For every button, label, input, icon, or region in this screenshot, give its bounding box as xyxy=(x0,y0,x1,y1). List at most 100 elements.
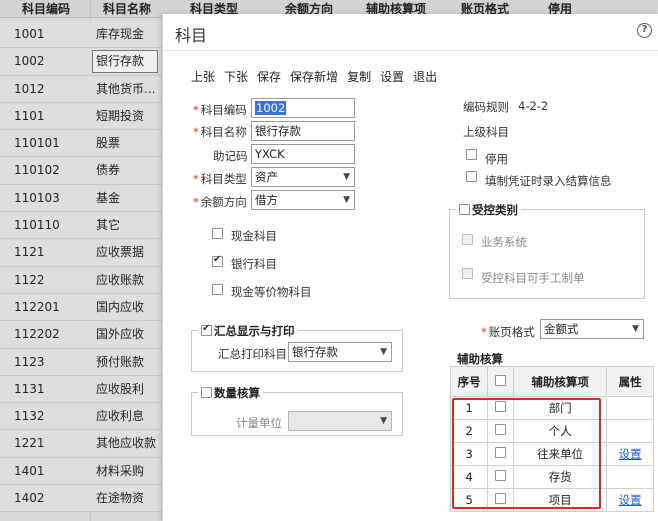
cash-equiv-checkbox[interactable] xyxy=(212,284,223,295)
table-row[interactable]: 1221 其他应收款 xyxy=(0,430,162,458)
table-row[interactable]: 1401 材料采购 xyxy=(0,457,162,486)
aux-item: 往来单位 xyxy=(512,442,608,466)
settings-button[interactable]: 设置 xyxy=(380,70,404,84)
type-select[interactable]: 资产 ▼ xyxy=(251,167,355,187)
row-name: 基金 xyxy=(96,190,121,205)
aux-header-check xyxy=(487,366,514,397)
table-row[interactable]: 1131 应收股利 xyxy=(0,375,162,404)
summary-checkbox[interactable] xyxy=(201,323,212,336)
aux-row-checkbox[interactable] xyxy=(495,424,507,435)
row-code: 110102 xyxy=(14,163,60,178)
row-code: 1221 xyxy=(14,436,45,451)
aux-header-attr: 属性 xyxy=(606,366,654,397)
row-name: 应收股利 xyxy=(96,381,145,396)
name-input[interactable]: 银行存款 xyxy=(251,121,355,141)
controlled-checkbox[interactable] xyxy=(459,204,470,215)
aux-check-cell xyxy=(487,419,514,443)
row-name: 应收账款 xyxy=(96,272,145,287)
settlement-checkbox[interactable] xyxy=(466,171,477,182)
row-name: 国内应收 xyxy=(96,299,145,314)
row-code: 1123 xyxy=(14,354,45,369)
aux-title: 辅助核算 xyxy=(457,352,503,366)
aux-seq: 4 xyxy=(449,465,489,489)
row-name: 在途物资 xyxy=(96,491,145,506)
row-code: 1012 xyxy=(14,81,45,96)
cash-checkbox[interactable] xyxy=(212,228,223,239)
row-name: 预付账款 xyxy=(96,354,145,369)
table-row[interactable]: 110101 股票 xyxy=(0,130,162,158)
aux-row[interactable]: 5 项目 设置 xyxy=(449,488,654,512)
mnemonic-label: 助记码 xyxy=(213,149,248,163)
quantity-group-title: 数量核算 xyxy=(198,385,263,401)
table-row[interactable]: 110110 其它 xyxy=(0,212,162,240)
direction-select[interactable]: 借方 ▼ xyxy=(251,190,355,210)
col-header-name[interactable]: 科目名称 xyxy=(92,0,162,18)
chevron-down-icon: ▼ xyxy=(632,324,639,334)
page-format-select[interactable]: 金额式 ▼ xyxy=(540,319,644,339)
aux-select-all-checkbox[interactable] xyxy=(495,374,507,386)
row-code: 1121 xyxy=(14,245,45,260)
table-row[interactable]: 110102 债券 xyxy=(0,157,162,185)
manual-checkbox[interactable] xyxy=(462,268,473,279)
copy-button[interactable]: 复制 xyxy=(347,70,371,84)
aux-seq: 2 xyxy=(449,419,489,443)
table-row[interactable]: 110103 基金 xyxy=(0,184,162,213)
business-checkbox[interactable] xyxy=(462,234,473,245)
aux-row-checkbox[interactable] xyxy=(495,447,507,458)
row-name: 债券 xyxy=(96,163,121,178)
aux-row[interactable]: 4 存货 xyxy=(449,465,654,489)
table-row[interactable]: 1122 应收账款 xyxy=(0,266,162,294)
aux-row[interactable]: 3 往来单位 设置 xyxy=(449,442,654,466)
table-row[interactable]: 112202 国外应收 xyxy=(0,321,162,349)
exit-button[interactable]: 退出 xyxy=(413,70,437,84)
save-new-button[interactable]: 保存新增 xyxy=(290,70,338,84)
quantity-group: 数量核算 计量单位 ▼ xyxy=(191,385,403,436)
aux-row[interactable]: 2 个人 xyxy=(449,419,654,443)
unit-label: 计量单位 xyxy=(236,416,282,430)
quantity-checkbox[interactable] xyxy=(201,387,212,398)
row-code: 1131 xyxy=(14,381,45,396)
table-row[interactable]: 1012 其他货币... xyxy=(0,75,162,103)
account-dialog: 科目 ? 上张 下张 保存 保存新增 复制 设置 退出 * 科目编码 1002 * 科目名称 银… xyxy=(162,14,658,521)
unit-select[interactable]: ▼ xyxy=(288,411,392,431)
row-name: 材料采购 xyxy=(96,463,145,478)
table-row[interactable]: 1123 预付账款 xyxy=(0,348,162,376)
table-row[interactable]: 1121 应收票据 xyxy=(0,239,162,267)
prev-button[interactable]: 上张 xyxy=(191,70,215,84)
table-row[interactable]: 1101 短期投资 xyxy=(0,102,162,131)
aux-row-checkbox[interactable] xyxy=(495,470,507,481)
table-row[interactable]: 1001 库存现金 xyxy=(0,21,162,49)
table-row[interactable]: 1402 在途物资 xyxy=(0,485,162,513)
row-name: 其它 xyxy=(96,218,121,233)
aux-row-checkbox[interactable] xyxy=(495,401,507,412)
cash-label: 现金科目 xyxy=(231,229,277,243)
chevron-down-icon: ▼ xyxy=(343,195,350,205)
row-code: 1132 xyxy=(14,409,45,424)
disable-checkbox[interactable] xyxy=(466,149,477,160)
table-row[interactable]: 1132 应收利息 xyxy=(0,403,162,431)
type-label: * 科目类型 xyxy=(193,172,247,186)
summary-group-title: 汇总显示与打印 xyxy=(198,323,298,339)
aux-settings-link[interactable]: 设置 xyxy=(606,488,654,512)
col-header-code[interactable]: 科目编码 xyxy=(0,0,92,18)
aux-check-cell xyxy=(487,488,514,512)
next-button[interactable]: 下张 xyxy=(224,70,248,84)
mnemonic-input[interactable]: YXCK xyxy=(251,144,355,164)
aux-settings-link[interactable]: 设置 xyxy=(606,442,654,466)
row-code: 110101 xyxy=(14,136,60,151)
table-row[interactable]: 112201 国内应收 xyxy=(0,293,162,322)
controlled-group-title: 受控类别 xyxy=(456,202,521,218)
row-code: 1402 xyxy=(14,491,45,506)
summary-print-select[interactable]: 银行存款 ▼ xyxy=(288,342,392,362)
code-input[interactable]: 1002 xyxy=(251,98,355,118)
row-code: 1122 xyxy=(14,272,45,287)
bank-checkbox[interactable] xyxy=(212,254,223,267)
aux-row-checkbox[interactable] xyxy=(495,493,507,504)
row-name: 其他货币... xyxy=(96,81,156,96)
aux-row[interactable]: 1 部门 xyxy=(449,396,654,420)
table-row[interactable]: 1002 银行存款 xyxy=(0,48,162,76)
save-button[interactable]: 保存 xyxy=(257,70,281,84)
question-circle-icon[interactable]: ? xyxy=(637,23,652,38)
row-code: 1002 xyxy=(14,54,45,69)
row-name: 国外应收 xyxy=(96,327,145,342)
